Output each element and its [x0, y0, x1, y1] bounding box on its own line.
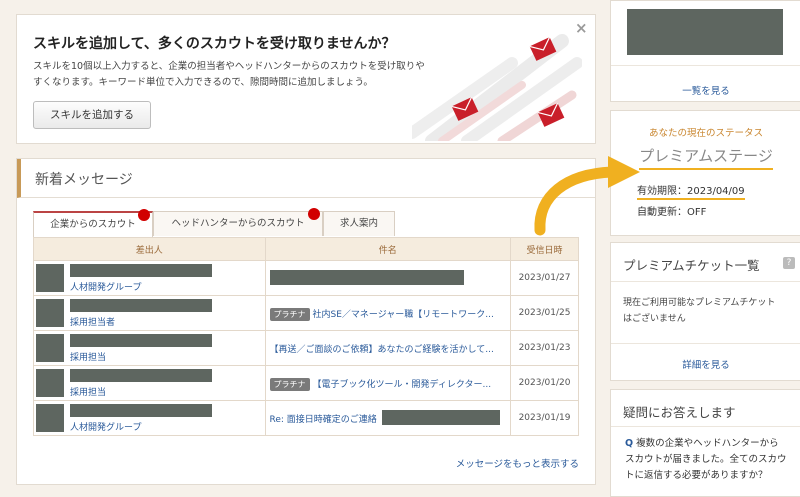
- redacted-subject: [381, 410, 500, 425]
- premium-tickets-card: プレミアムチケット一覧 ? 現在ご利用可能なプレミアムチケット はございません …: [610, 242, 800, 381]
- status-value: プレミアムステージ: [639, 145, 773, 170]
- tab-label: ヘッドハンターからのスカウト: [171, 218, 305, 229]
- skill-promo-banner: スキルを追加して、多くのスカウトを受け取りませんか？ スキルを10個以上入力する…: [16, 14, 596, 144]
- help-icon[interactable]: ?: [783, 257, 795, 269]
- faq-question-line: 複数の企業やヘッドハンターから: [636, 438, 779, 449]
- message-subject-link[interactable]: 社内SE／マネージャー職【リモートワーク...: [313, 310, 494, 320]
- sidebar-top-card: 一覧を見る: [610, 0, 800, 102]
- faq-question[interactable]: Q 複数の企業やヘッドハンターから スカウトが届きました。全てのスカウ トに返信…: [625, 436, 787, 484]
- divider: [611, 343, 800, 344]
- faq-q-mark: Q: [625, 438, 634, 449]
- message-subject-link[interactable]: 【再送／ご面談のご依頼】あなたのご経験を活かして...: [270, 345, 494, 355]
- messages-heading: 新着メッセージ: [35, 172, 133, 188]
- received-date: 2023/01/23: [510, 330, 579, 366]
- sender-name[interactable]: 人材開発グループ: [70, 280, 141, 293]
- redacted-block: [70, 404, 212, 417]
- column-header: 受信日時: [510, 237, 579, 261]
- tickets-message-line: はございません: [623, 314, 686, 324]
- divider: [611, 281, 800, 282]
- new-messages-panel: 新着メッセージ 企業からのスカウト ヘッドハンターからのスカウト 求人案内 差出…: [16, 158, 596, 485]
- table-row[interactable]: 人材開発グループ 2023/01/27: [33, 260, 579, 296]
- received-date: 2023/01/20: [510, 365, 579, 401]
- sender-avatar-redacted: [36, 299, 64, 327]
- platinum-badge: プラチナ: [269, 308, 310, 321]
- message-subject-link[interactable]: 【電子ブック化ツール・開発ディレクター...: [313, 380, 492, 390]
- show-more-messages-link[interactable]: メッセージをもっと表示する: [456, 456, 579, 470]
- sender-avatar-redacted: [36, 404, 64, 432]
- received-date: 2023/01/27: [510, 260, 579, 296]
- table-row[interactable]: 採用担当 プラチナ 【電子ブック化ツール・開発ディレクター... 2023/01/…: [33, 365, 579, 401]
- column-header: 差出人: [33, 237, 266, 261]
- sender-avatar-redacted: [36, 334, 64, 362]
- promo-desc-line: スキルを10個以上入力すると、企業の担当者やヘッドハンターからのスカウトを受け取…: [33, 61, 425, 72]
- redacted-block: [70, 334, 212, 347]
- redacted-block: [70, 369, 212, 382]
- annotation-arrow: [534, 156, 640, 236]
- mail-arrows-illustration: [412, 34, 582, 141]
- faq-card: 疑問にお答えします Q 複数の企業やヘッドハンターから スカウトが届きました。全…: [610, 389, 800, 497]
- unread-dot: [138, 209, 150, 221]
- sender-name[interactable]: 人材開発グループ: [70, 420, 141, 433]
- ticket-details-link[interactable]: 詳細を見る: [611, 357, 800, 371]
- faq-title: 疑問にお答えします: [623, 405, 736, 420]
- redacted-subject: [269, 270, 464, 285]
- sender-name[interactable]: 採用担当者: [70, 315, 115, 328]
- redacted-block: [627, 9, 783, 55]
- tickets-message-line: 現在ご利用可能なプレミアムチケット: [623, 298, 776, 308]
- sender-avatar-redacted: [36, 369, 64, 397]
- table-row[interactable]: 人材開発グループ Re: 面接日時確定のご連絡 2023/01/19: [33, 400, 579, 436]
- tickets-title: プレミアムチケット一覧: [623, 258, 760, 273]
- table-row[interactable]: 採用担当 【再送／ご面談のご依頼】あなたのご経験を活かして... 2023/01…: [33, 330, 579, 366]
- sender-name[interactable]: 採用担当: [70, 350, 106, 363]
- tab-label: 企業からのスカウト: [50, 219, 136, 230]
- faq-question-line: スカウトが届きました。全てのスカウ: [625, 454, 787, 465]
- expiry-date: 有効期限：2023/04/09: [637, 182, 745, 200]
- promo-desc-line: すくなります。キーワード単位で入力できるので、隙間時間に追加しましょう。: [33, 77, 373, 88]
- received-date: 2023/01/19: [510, 400, 579, 436]
- message-subject-link[interactable]: Re: 面接日時確定のご連絡: [270, 415, 377, 425]
- tab-job-info[interactable]: 求人案内: [323, 211, 395, 236]
- add-skill-button[interactable]: スキルを追加する: [33, 101, 151, 129]
- divider: [611, 426, 800, 427]
- received-date: 2023/01/25: [510, 295, 579, 331]
- tickets-message: 現在ご利用可能なプレミアムチケット はございません: [623, 295, 775, 327]
- tab-company-scout[interactable]: 企業からのスカウト: [33, 209, 153, 238]
- redacted-block: [70, 299, 212, 312]
- sender-name[interactable]: 採用担当: [70, 385, 106, 398]
- platinum-badge: プラチナ: [269, 378, 310, 391]
- sender-avatar-redacted: [36, 264, 64, 292]
- tab-label: 求人案内: [339, 218, 378, 229]
- view-list-link[interactable]: 一覧を見る: [611, 83, 800, 97]
- faq-question-line: トに返信する必要がありますか？: [625, 470, 768, 481]
- status-label: あなたの現在のステータス: [648, 128, 763, 139]
- promo-description: スキルを10個以上入力すると、企業の担当者やヘッドハンターからのスカウトを受け取…: [33, 59, 438, 91]
- table-header-row: 差出人 件名 受信日時: [33, 237, 579, 261]
- column-header: 件名: [264, 237, 512, 261]
- unread-dot: [308, 208, 320, 220]
- messages-header: 新着メッセージ: [17, 159, 595, 198]
- divider: [611, 65, 800, 66]
- promo-title: スキルを追加して、多くのスカウトを受け取りませんか？: [33, 36, 396, 52]
- tab-headhunter-scout[interactable]: ヘッドハンターからのスカウト: [153, 208, 323, 236]
- redacted-block: [70, 264, 212, 277]
- messages-table: 差出人 件名 受信日時 人材開発グループ 2023/01/27 採用担当者 プラ…: [33, 237, 579, 436]
- table-row[interactable]: 採用担当者 プラチナ 社内SE／マネージャー職【リモートワーク... 2023/0…: [33, 295, 579, 331]
